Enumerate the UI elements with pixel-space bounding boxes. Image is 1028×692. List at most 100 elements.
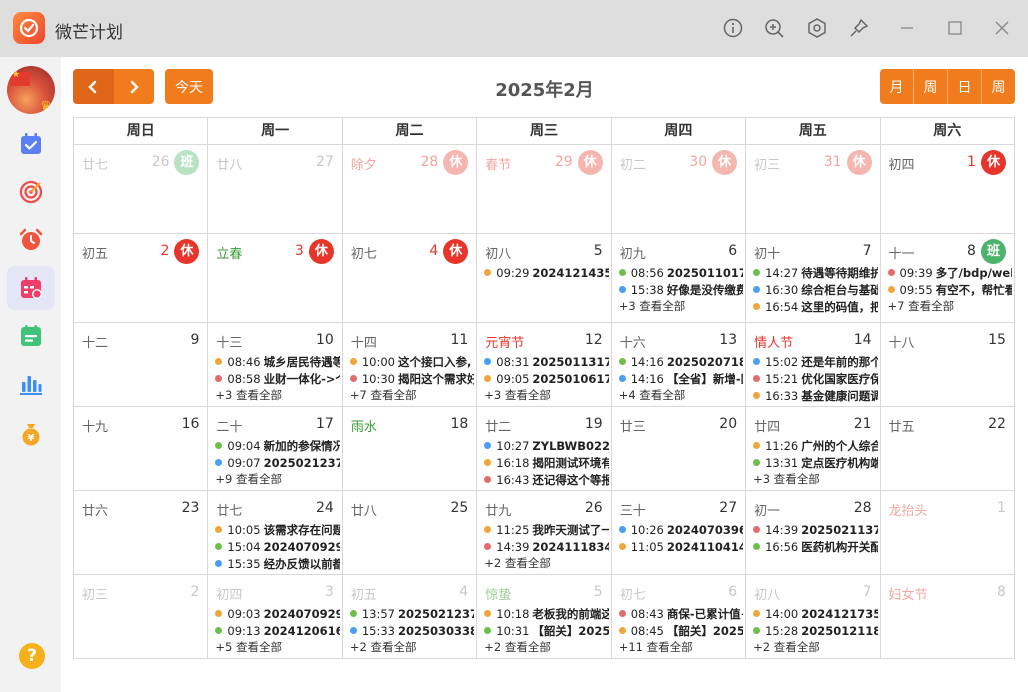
view-week-button[interactable]: 周: [913, 69, 947, 104]
view-all-link[interactable]: +7 查看全部: [350, 387, 474, 403]
day-cell[interactable]: 惊蛰 5 10:18老板我的前端这10:31【韶关】20250+2 查看全部: [477, 575, 612, 659]
event-item[interactable]: 16:18 揭阳测试环境有: [484, 454, 609, 471]
day-cell[interactable]: 廿六 23: [74, 491, 209, 575]
event-item[interactable]: 09:39多了/bdp/web-api: [887, 264, 1012, 281]
view-week-list-button[interactable]: 周: [981, 69, 1015, 104]
day-cell[interactable]: 廿七 24 10:05该需求存在问题15:04202407092946015:35经…: [208, 491, 343, 575]
sidebar-item-reminders[interactable]: [7, 218, 55, 262]
day-cell[interactable]: 十九 16: [74, 407, 209, 491]
event-item[interactable]: 16:56 医药机构开关配: [753, 538, 878, 555]
event-item[interactable]: 08:45【韶关】20250: [618, 622, 743, 639]
day-cell[interactable]: 初八 5 09:292024121435647: [477, 234, 612, 323]
event-item[interactable]: 09:072025021237590: [215, 454, 340, 471]
sidebar-item-goals[interactable]: [7, 170, 55, 214]
day-cell[interactable]: 廿五 22: [880, 407, 1015, 491]
day-cell[interactable]: 元宵节 12 08:31202501131788909:05202501061758…: [477, 323, 612, 407]
event-item[interactable]: 09:55 有空不，帮忙看: [887, 281, 1012, 298]
view-all-link[interactable]: +4 查看全部: [619, 387, 743, 403]
info-icon[interactable]: [722, 17, 744, 39]
day-cell[interactable]: 初一 28 14:39202502113746016:56医药机构开关配: [746, 491, 881, 575]
day-cell[interactable]: 初三 31 休: [746, 145, 881, 234]
help-icon[interactable]: ?: [19, 643, 45, 669]
view-all-link[interactable]: +11 查看全部: [619, 639, 743, 655]
event-item[interactable]: 09:292024121435647: [484, 264, 609, 281]
day-cell[interactable]: 立春 3 休: [208, 234, 343, 323]
day-cell[interactable]: 廿九 26 11:25我昨天测试了一14:392024111834505+2 查看全…: [477, 491, 612, 575]
event-item[interactable]: 14:162025020718681: [618, 353, 743, 370]
view-all-link[interactable]: +9 查看全部: [215, 471, 339, 487]
view-all-link[interactable]: +2 查看全部: [753, 639, 877, 655]
event-item[interactable]: 10:262024070396457: [618, 521, 743, 538]
day-cell[interactable]: 廿三 20: [611, 407, 747, 491]
event-item[interactable]: 10:18 老板我的前端这: [484, 605, 609, 622]
event-item[interactable]: 14:392024111834505: [484, 538, 609, 555]
day-cell[interactable]: 初四 3 09:03202407092946009:132024120616070+…: [208, 575, 343, 659]
day-cell[interactable]: 十八 15: [880, 323, 1015, 407]
sidebar-item-finance[interactable]: ¥: [7, 412, 55, 456]
minimize-icon[interactable]: [896, 17, 918, 39]
day-cell[interactable]: 情人节 14 15:02 还是年前的那个 15:21 优化国家医疗保 16:33 基金健康问题…: [746, 323, 881, 407]
event-item[interactable]: 16:54 这里的码值，把: [753, 298, 878, 315]
event-item[interactable]: 11:052024110414547: [618, 538, 743, 555]
event-item[interactable]: 09:04 新加的参保情况: [215, 437, 340, 454]
event-item[interactable]: 16:30 综合柜台与基础: [753, 281, 878, 298]
view-all-link[interactable]: +3 查看全部: [753, 471, 877, 487]
event-item[interactable]: 10:30 揭阳这个需求好: [349, 370, 474, 387]
pin-icon[interactable]: [848, 17, 870, 39]
day-cell[interactable]: 初五 2 休: [74, 234, 209, 323]
day-cell[interactable]: 初三 2: [74, 575, 209, 659]
day-cell[interactable]: 初十 7 14:27 待遇等待期维护 16:30 综合柜台与基础 16:54 这里的码值，把: [746, 234, 881, 323]
view-all-link[interactable]: +3 查看全部: [484, 387, 608, 403]
event-item[interactable]: 15:042024070929460: [215, 538, 340, 555]
day-cell[interactable]: 廿四 21 11:26 广州的个人综合 13:31 定点医疗机构端 +3 查看全部: [746, 407, 881, 491]
day-cell[interactable]: 初七 6 08:43商保-已累计值+08:45【韶关】20250+11 查看全部: [611, 575, 747, 659]
sidebar-item-notes[interactable]: [7, 314, 55, 358]
settings-icon[interactable]: [806, 17, 828, 39]
maximize-icon[interactable]: [944, 17, 966, 39]
event-item[interactable]: 14:27 待遇等待期维护: [753, 264, 878, 281]
day-cell[interactable]: 初八 7 14:00202412173574615:282025012118347+…: [746, 575, 881, 659]
day-cell[interactable]: 初九 6 08:56202501101786015:38好像是没传缴费+3 查看全部: [611, 234, 747, 323]
day-cell[interactable]: 十六 13 14:16202502071868114:16【全省】新增-医+4 查看…: [611, 323, 747, 407]
view-month-button[interactable]: 月: [880, 69, 913, 104]
view-day-button[interactable]: 日: [947, 69, 981, 104]
zoom-in-icon[interactable]: [763, 17, 785, 39]
event-item[interactable]: 10:31【韶关】20250: [484, 622, 609, 639]
event-item[interactable]: 11:25 我昨天测试了一: [484, 521, 609, 538]
event-item[interactable]: 15:282025012118347: [753, 622, 878, 639]
close-icon[interactable]: [991, 17, 1013, 39]
event-item[interactable]: 10:05 该需求存在问题: [215, 521, 340, 538]
event-item[interactable]: 15:35 经办反馈以前都: [215, 555, 340, 572]
event-item[interactable]: 11:26 广州的个人综合: [753, 437, 878, 454]
view-all-link[interactable]: +2 查看全部: [350, 639, 474, 655]
view-all-link[interactable]: +2 查看全部: [484, 555, 608, 571]
event-item[interactable]: 16:33 基金健康问题调: [753, 387, 878, 404]
event-item[interactable]: 08:43 商保-已累计值+: [618, 605, 743, 622]
event-item[interactable]: 08:562025011017860: [618, 264, 743, 281]
event-item[interactable]: 15:21 优化国家医疗保: [753, 370, 878, 387]
day-cell[interactable]: 妇女节 8: [880, 575, 1015, 659]
view-all-link[interactable]: +7 查看全部: [888, 298, 1012, 314]
day-cell[interactable]: 十三 10 08:46 城乡居民待遇等 08:58 业财一体化->个 +3 查看全部: [208, 323, 343, 407]
event-item[interactable]: 16:43 还记得这个等报: [484, 471, 609, 488]
day-cell[interactable]: 廿七 26 班: [74, 145, 209, 234]
day-cell[interactable]: 廿八 25: [342, 491, 478, 575]
event-item[interactable]: 08:46 城乡居民待遇等: [215, 353, 340, 370]
event-item[interactable]: 13:31 定点医疗机构端: [753, 454, 878, 471]
day-cell[interactable]: 十一8班09:39多了/bdp/web-api09:55有空不，帮忙看+7 查看…: [880, 234, 1015, 323]
day-cell[interactable]: 初七 4 休: [342, 234, 478, 323]
day-cell[interactable]: 初四 1 休: [880, 145, 1015, 234]
day-cell[interactable]: 初二 30 休: [611, 145, 747, 234]
view-all-link[interactable]: +3 查看全部: [215, 387, 339, 403]
event-item[interactable]: 13:572025021237570: [349, 605, 474, 622]
view-all-link[interactable]: +5 查看全部: [215, 639, 339, 655]
sidebar-item-tasks[interactable]: [7, 122, 55, 166]
day-cell[interactable]: 十二 9: [74, 323, 209, 407]
day-cell[interactable]: 除夕 28 休: [342, 145, 478, 234]
day-cell[interactable]: 雨水 18: [342, 407, 478, 491]
day-cell[interactable]: 初五 4 13:57202502123757015:332025030338257+…: [342, 575, 478, 659]
event-item[interactable]: 15:02 还是年前的那个: [753, 353, 878, 370]
view-all-link[interactable]: +2 查看全部: [484, 639, 608, 655]
event-item[interactable]: 08:312025011317889: [484, 353, 609, 370]
event-item[interactable]: 08:58 业财一体化->个: [215, 370, 340, 387]
